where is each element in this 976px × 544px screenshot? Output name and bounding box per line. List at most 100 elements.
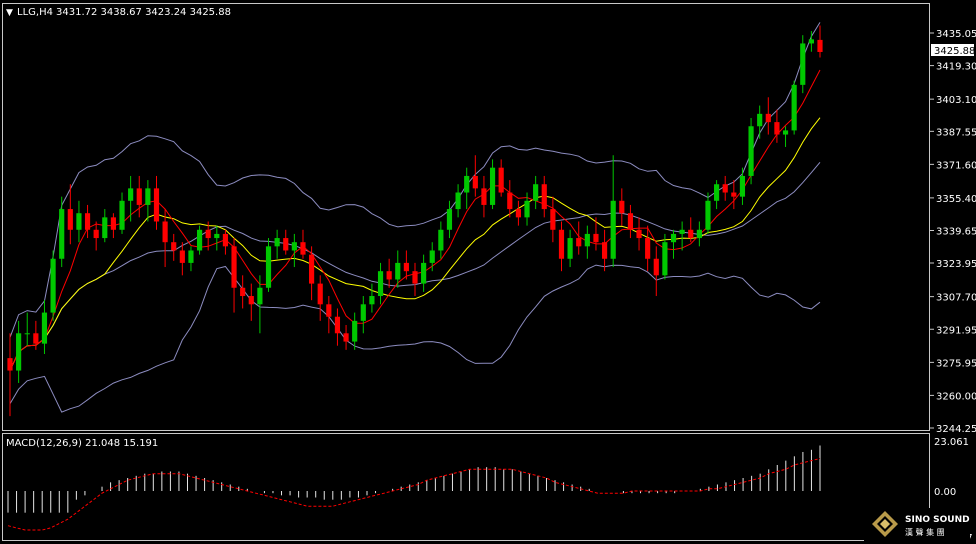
candle-body	[403, 262, 409, 272]
candle-body	[119, 200, 125, 230]
sino-sound-logo: SINO SOUND 漢 聲 集 團	[864, 508, 970, 542]
macd-tick-label: 23.061	[934, 437, 969, 448]
candle-body	[662, 242, 668, 276]
candle-body	[455, 192, 461, 210]
candle-body	[369, 296, 375, 305]
candle-body	[670, 233, 677, 243]
candle-body	[619, 200, 625, 214]
candle-body	[240, 287, 246, 297]
candle-body	[291, 242, 297, 251]
price-tick-label: 3323.95	[936, 259, 976, 270]
candle	[791, 80, 797, 135]
candle-body	[472, 175, 478, 189]
candle-body	[162, 221, 168, 243]
candle-body	[334, 316, 341, 334]
ohlc-values: 3431.72 3438.67 3423.24 3425.88	[56, 7, 231, 18]
candle-body	[179, 250, 185, 263]
candle-body	[627, 213, 634, 230]
candle-body	[645, 238, 651, 259]
candle	[748, 117, 754, 185]
candle-body	[817, 39, 823, 52]
candle-body	[765, 113, 771, 123]
candle-body	[67, 209, 73, 230]
candle-body	[731, 192, 737, 197]
candle-body	[584, 233, 590, 247]
candle-body	[248, 296, 254, 305]
candle-body	[33, 333, 39, 344]
candle-body	[145, 188, 151, 205]
candle-body	[84, 213, 91, 230]
candle-body	[326, 304, 332, 317]
price-tick-label: 3260.00	[936, 391, 976, 402]
candle	[800, 35, 806, 94]
candle-body	[136, 188, 142, 205]
candle-body	[438, 229, 444, 251]
candle-body	[558, 229, 565, 259]
price-tick-label: 3387.55	[936, 127, 976, 138]
candle-body	[352, 320, 358, 342]
price-tick-label: 3419.30	[936, 62, 976, 73]
candle-body	[171, 242, 177, 251]
candle-body	[24, 333, 30, 335]
candle-body	[395, 262, 401, 280]
candle-body	[300, 242, 306, 255]
candle-body	[377, 271, 384, 297]
price-tick-label: 3275.95	[936, 358, 976, 369]
candle-body	[429, 250, 435, 263]
candle-body	[41, 312, 48, 344]
candle-body	[343, 333, 349, 342]
candle-body	[257, 287, 263, 305]
candle-body	[283, 238, 289, 251]
candle-body	[610, 200, 616, 259]
candle-body	[309, 254, 315, 284]
price-tick-label: 3403.10	[936, 95, 976, 106]
candle-body	[550, 209, 556, 230]
macd-tick-label: 0.00	[934, 487, 956, 498]
symbol-icon: ▼	[6, 8, 13, 18]
candle-body	[222, 233, 229, 247]
candle-body	[360, 304, 366, 321]
candle-body	[748, 126, 754, 176]
candle-body	[696, 229, 702, 239]
candle-body	[507, 192, 513, 210]
candle-body	[274, 238, 280, 247]
candle-body	[59, 209, 65, 259]
price-tick-label: 3371.60	[936, 160, 976, 171]
candle-body	[50, 258, 56, 313]
candle-body	[110, 217, 116, 230]
candle-body	[757, 113, 763, 127]
current-price-label: 3425.88	[934, 46, 975, 57]
price-tick-label: 3339.65	[936, 227, 976, 238]
candle-body	[705, 200, 711, 230]
price-chart[interactable]: 3435.05 3419.30 3403.10 3387.55 3371.60 3355.…	[0, 0, 976, 544]
candle-body	[593, 233, 599, 243]
candle	[50, 250, 56, 321]
candle-body	[782, 130, 789, 135]
candle-body	[533, 184, 539, 201]
candle-body	[93, 229, 99, 239]
candle-body	[567, 238, 573, 259]
candle-body	[464, 175, 470, 193]
candle-body	[515, 209, 521, 218]
logo-subtitle: 漢 聲 集 團	[905, 527, 945, 537]
candle-body	[800, 43, 806, 85]
candle-body	[688, 229, 694, 239]
candle-body	[412, 271, 418, 284]
price-tick-label: 3244.25	[936, 424, 976, 435]
candle	[196, 225, 203, 255]
candle-body	[265, 246, 272, 288]
candle-body	[636, 229, 642, 239]
price-tick-label: 3355.40	[936, 194, 976, 205]
candle-body	[205, 229, 211, 239]
logo-brand: SINO SOUND	[905, 515, 970, 525]
candle-body	[489, 167, 496, 205]
symbol-timeframe: LLG,H4	[17, 7, 53, 18]
candle-body	[601, 242, 608, 259]
chart-background	[0, 0, 976, 544]
candle-body	[188, 250, 194, 263]
candle-body	[541, 184, 547, 210]
price-tick-label: 3307.70	[936, 293, 976, 304]
candle-body	[679, 229, 685, 234]
candle-body	[498, 167, 504, 193]
price-tick-label: 3291.95	[936, 325, 976, 336]
